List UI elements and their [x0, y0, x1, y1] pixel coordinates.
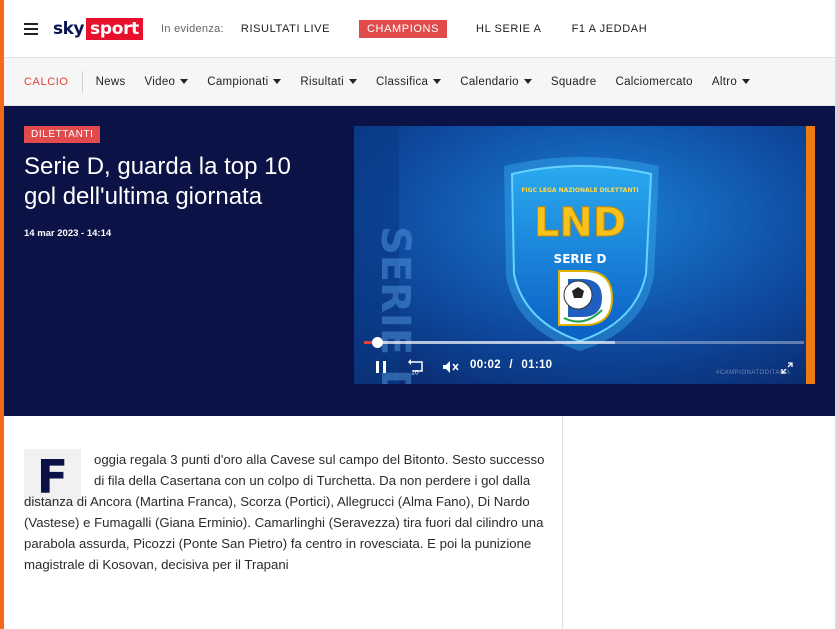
nav-item-label: Campionati	[207, 75, 269, 88]
category-badge[interactable]: DILETTANTI	[24, 126, 101, 143]
video-duration: 01:10	[521, 359, 553, 371]
chevron-down-icon	[273, 79, 282, 84]
nav-item-squadre[interactable]: Squadre	[551, 76, 597, 88]
nav-item-risultati[interactable]: Risultati	[300, 75, 358, 88]
video-buffer-bar	[364, 341, 615, 344]
video-player[interactable]: SERIE D FIGC LEGA NAZIONALE DILETTANTI L…	[354, 126, 806, 384]
nav-item-label: Video	[144, 75, 176, 88]
video-watermark: #CAMPIONATODITALIA	[716, 370, 791, 376]
chevron-down-icon	[433, 79, 442, 84]
article-hero: DILETTANTI Serie D, guarda la top 10 gol…	[4, 106, 835, 416]
sky-sport-logo[interactable]: sky sport	[53, 17, 143, 40]
video-time-separator: /	[509, 359, 513, 371]
shield-top-text: FIGC LEGA NAZIONALE DILETTANTI	[521, 187, 638, 194]
nav-item-label: Risultati	[300, 75, 345, 88]
chevron-down-icon	[742, 79, 751, 84]
column-divider	[562, 416, 563, 629]
article-title: Serie D, guarda la top 10 gol dell'ultim…	[24, 153, 291, 210]
logo-sport: sport	[86, 17, 143, 40]
top-link-champions[interactable]: CHAMPIONS	[359, 19, 448, 38]
nav-item-label: Classifica	[376, 75, 429, 88]
video-frame: SERIE D FIGC LEGA NAZIONALE DILETTANTI L…	[354, 126, 806, 384]
top-link-f1-jeddah[interactable]: F1 A JEDDAH	[572, 23, 648, 35]
top-link-risultati-live[interactable]: RISULTATI LIVE	[241, 23, 330, 35]
in-evidenza-label: In evidenza:	[161, 22, 224, 35]
article-text: oggia regala 3 punti d'oro alla Cavese s…	[24, 452, 545, 572]
mute-icon[interactable]	[442, 360, 460, 374]
article-body: F oggia regala 3 punti d'oro alla Cavese…	[4, 416, 562, 629]
video-progress-bar[interactable]	[364, 337, 804, 348]
nav-item-video[interactable]: Video	[145, 76, 189, 88]
chevron-down-icon	[523, 79, 532, 84]
hamburger-menu-icon[interactable]	[24, 22, 38, 35]
fullscreen-icon[interactable]	[781, 362, 793, 374]
section-nav: CALCIO News Video Campionati Risultati C…	[4, 58, 835, 106]
nav-item-campionati[interactable]: Campionati	[207, 75, 282, 88]
nav-item-news[interactable]: News	[96, 76, 126, 88]
nav-item-label: Calciomercato	[615, 75, 693, 88]
nav-item-calciomercato[interactable]: Calciomercato	[615, 76, 692, 88]
article-date: 14 mar 2023 - 14:14	[24, 228, 112, 239]
svg-text:10: 10	[411, 370, 419, 376]
nav-item-label: News	[95, 75, 126, 88]
nav-item-label: Altro	[711, 75, 738, 88]
serie-d-logo-text: SERIE D	[554, 252, 607, 266]
nav-item-altro[interactable]: Altro	[711, 75, 751, 88]
video-time-display: 00:02 / 01:10	[470, 359, 552, 371]
logo-sky: sky	[53, 18, 85, 39]
top-bar: sky sport In evidenza: RISULTATI LIVE CH…	[4, 0, 835, 58]
chevron-down-icon	[180, 79, 189, 84]
article-paragraph: oggia regala 3 punti d'oro alla Cavese s…	[24, 449, 552, 575]
nav-item-label: Squadre	[550, 75, 597, 88]
video-accent-bar	[806, 126, 815, 384]
video-current-time: 00:02	[470, 359, 501, 371]
nav-item-classifica[interactable]: Classifica	[376, 75, 442, 88]
rewind-10-icon[interactable]: 10	[408, 359, 425, 375]
nav-item-calendario[interactable]: Calendario	[460, 76, 532, 88]
pause-icon[interactable]	[374, 360, 388, 374]
section-calcio[interactable]: CALCIO	[24, 70, 83, 93]
nav-item-label: Calendario	[460, 75, 519, 88]
top-link-hl-serie-a[interactable]: HL SERIE A	[476, 23, 542, 35]
lnd-logo-text: LND	[534, 200, 626, 246]
chevron-down-icon	[349, 79, 358, 84]
page-accent-stripe	[0, 0, 4, 629]
